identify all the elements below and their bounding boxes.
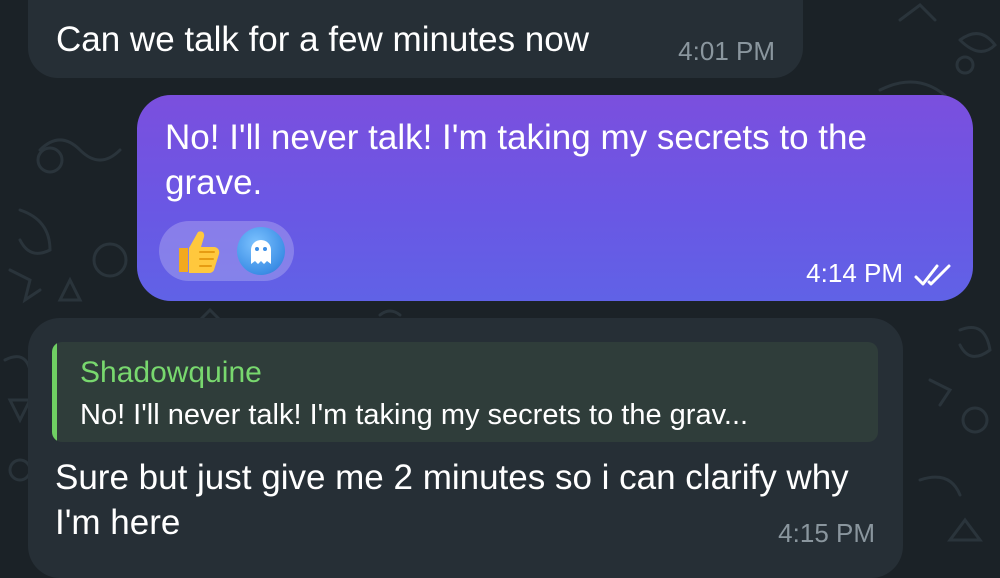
- double-check-icon: [914, 264, 951, 286]
- reply-author-name: Shadowquine: [80, 356, 262, 389]
- message-time: 4:15 PM: [778, 518, 875, 548]
- reactions-bar[interactable]: [159, 221, 294, 281]
- thumbs-up-icon[interactable]: [173, 226, 223, 276]
- message-text: Sure but just give me 2 minutes so i can…: [55, 458, 849, 542]
- ghost-icon[interactable]: [237, 227, 285, 275]
- message-text: Can we talk for a few minutes now: [56, 20, 590, 59]
- incoming-reply-message[interactable]: Shadowquine No! I'll never talk! I'm tak…: [28, 318, 903, 578]
- message-time: 4:01 PM: [678, 36, 775, 66]
- message-text: No! I'll never talk! I'm taking my secre…: [165, 118, 867, 202]
- reply-quoted-text: No! I'll never talk! I'm taking my secre…: [80, 399, 749, 431]
- incoming-message[interactable]: Can we talk for a few minutes now 4:01 P…: [28, 0, 803, 78]
- outgoing-message[interactable]: No! I'll never talk! I'm taking my secre…: [137, 95, 973, 301]
- reply-quote[interactable]: Shadowquine No! I'll never talk! I'm tak…: [52, 342, 878, 442]
- message-time: 4:14 PM: [806, 258, 903, 288]
- reply-accent-bar: [52, 342, 57, 442]
